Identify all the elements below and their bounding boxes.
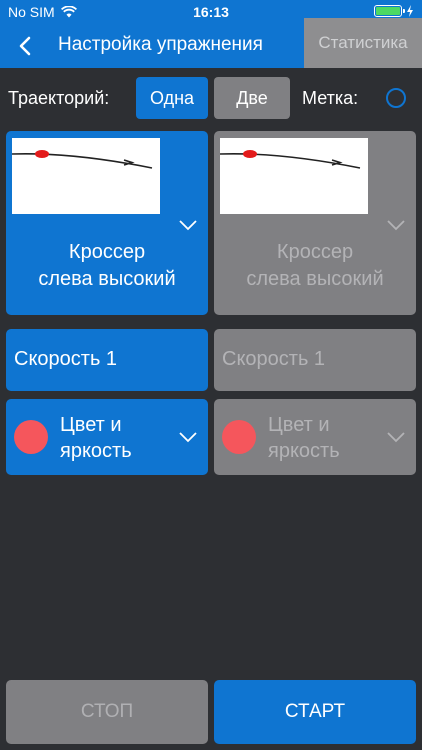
stop-button[interactable]: СТОП [6, 680, 208, 744]
trajectory-name: Кроссер слева высокий [38, 241, 176, 290]
left-trajectory-card[interactable]: Кроссер слева высокий [6, 131, 208, 315]
color-label: Цвет и яркость [268, 414, 340, 462]
chevron-down-icon [179, 432, 197, 443]
one-trajectory-button[interactable]: Одна [136, 77, 208, 119]
chevron-down-icon [387, 220, 405, 231]
trajectory-count-row: Траекторий: Одна Две Метка: [0, 77, 422, 121]
statistics-tab[interactable]: Статистика [304, 18, 422, 68]
start-button[interactable]: СТАРТ [214, 680, 416, 744]
right-speed-button[interactable]: Скорость 1 [214, 329, 416, 391]
two-trajectories-button[interactable]: Две [214, 77, 290, 119]
trajectory-name: Кроссер слева высокий [246, 241, 384, 290]
color-label: Цвет и яркость [60, 414, 132, 462]
chevron-down-icon [179, 220, 197, 231]
mark-radio-icon[interactable] [386, 88, 406, 108]
status-right [374, 5, 414, 17]
trajectory-preview [220, 138, 368, 214]
speed-label: Скорость 1 [222, 348, 326, 370]
right-trajectory-card[interactable]: Кроссер слева высокий [214, 131, 416, 315]
color-swatch [14, 420, 48, 454]
speed-label: Скорость 1 [14, 348, 118, 370]
left-color-button[interactable]: Цвет и яркость [6, 399, 208, 475]
right-color-button[interactable]: Цвет и яркость [214, 399, 416, 475]
trajectory-preview [12, 138, 160, 214]
color-swatch [222, 420, 256, 454]
back-chevron-icon[interactable] [14, 34, 38, 58]
mark-label: Метка: [302, 88, 359, 108]
left-speed-button[interactable]: Скорость 1 [6, 329, 208, 391]
page-title: Настройка упражнения [58, 34, 263, 55]
battery-icon [374, 5, 405, 17]
chevron-down-icon [387, 432, 405, 443]
charging-icon [407, 5, 413, 17]
trajectory-count-label: Траекторий: [8, 88, 110, 108]
